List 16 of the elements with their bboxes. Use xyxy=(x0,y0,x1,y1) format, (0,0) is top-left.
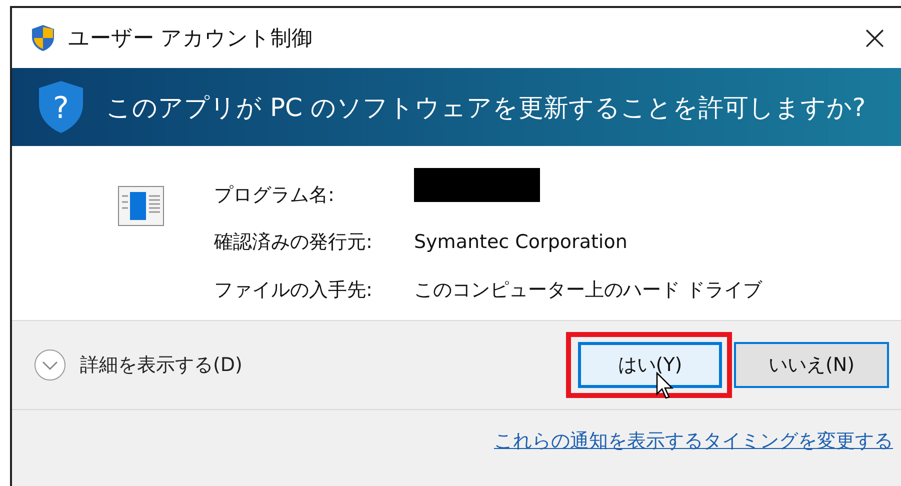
program-window-icon xyxy=(118,186,164,226)
notification-settings-link[interactable]: これらの通知を表示するタイミングを変更する xyxy=(494,428,893,454)
dialog-button[interactable]: いいえ(N) xyxy=(734,342,889,388)
detail-value: このコンピューター上のハード ドライブ xyxy=(414,278,762,303)
close-button[interactable]: × xyxy=(860,21,889,55)
detail-value: Symantec Corporation xyxy=(414,230,628,256)
chevron-circle-icon xyxy=(34,349,66,381)
show-details-toggle[interactable]: 詳細を表示する(D) xyxy=(34,349,566,381)
window-title: ユーザー アカウント制御 xyxy=(68,25,314,52)
detail-label: 確認済みの発行元: xyxy=(214,230,374,256)
prompt-question: このアプリが PC のソフトウェアを更新することを許可しますか? xyxy=(106,92,866,124)
detail-label: プログラム名: xyxy=(214,183,336,208)
question-shield-icon: ? xyxy=(38,80,84,134)
detail-label: ファイルの入手先: xyxy=(214,278,374,303)
shield-icon xyxy=(30,24,56,52)
dialog-button[interactable]: はい(Y) xyxy=(578,342,722,388)
